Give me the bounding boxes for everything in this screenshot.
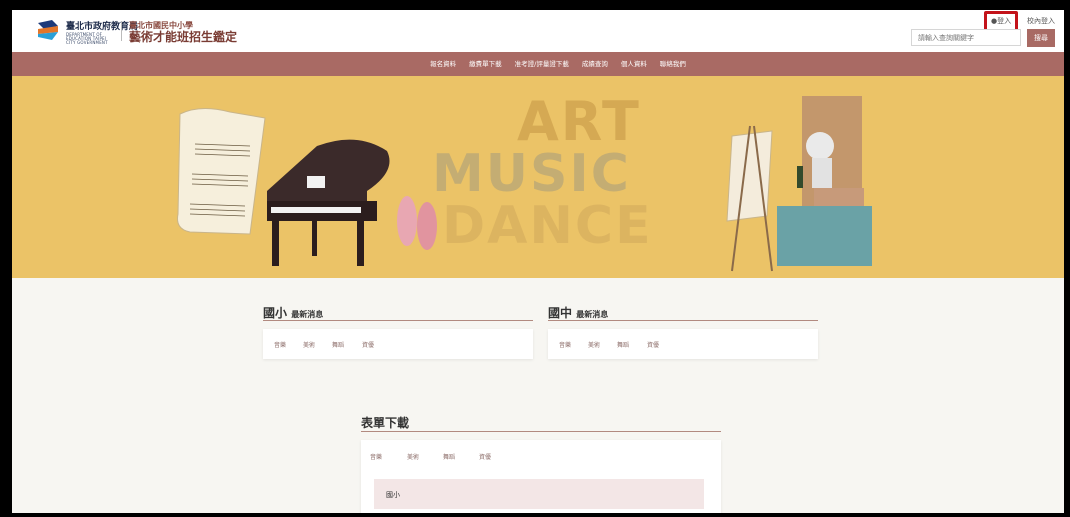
elementary-news-rule: [263, 320, 533, 321]
tab-music[interactable]: 音樂: [370, 452, 382, 461]
tab-dance[interactable]: 舞蹈: [617, 340, 629, 349]
header-divider: [121, 21, 122, 41]
forms-title: 表單下載: [361, 416, 410, 430]
search-input[interactable]: [911, 29, 1021, 46]
top-header: 臺北市政府教育局 DEPARTMENT OF EDUCATION TAIPEI …: [12, 10, 1064, 52]
piano-icon: [267, 139, 390, 266]
nav-item-profile[interactable]: 個人資料: [621, 52, 647, 76]
tab-gifted[interactable]: 資優: [479, 452, 491, 461]
teacher-login-link[interactable]: 校內登入: [1027, 16, 1055, 26]
forms-rule: [361, 431, 721, 432]
forms-card: 音樂 美術 舞蹈 資優 國小: [361, 440, 721, 513]
org-subtitle: DEPARTMENT OF EDUCATION TAIPEI CITY GOVE…: [66, 32, 108, 45]
tab-gifted[interactable]: 資優: [362, 340, 374, 349]
education-bureau-logo: [38, 20, 58, 40]
nav-item-contact[interactable]: 聯絡我們: [660, 52, 686, 76]
junior-news-rule: [548, 320, 818, 321]
art-easel-icon: [726, 96, 872, 272]
tab-dance[interactable]: 舞蹈: [443, 452, 455, 461]
forms-elementary-row[interactable]: 國小: [374, 479, 704, 509]
page: 臺北市政府教育局 DEPARTMENT OF EDUCATION TAIPEI …: [12, 10, 1064, 513]
tab-gifted[interactable]: 資優: [647, 340, 659, 349]
main-nav: 報名資料 繳費單下載 准考證/評量證下載 成績查詢 個人資料 聯絡我們: [12, 52, 1064, 76]
tab-art[interactable]: 美術: [303, 340, 315, 349]
tab-music[interactable]: 音樂: [559, 340, 571, 349]
tab-art[interactable]: 美術: [588, 340, 600, 349]
banner-dance-text: DANCE: [442, 196, 653, 256]
banner-music-text: MUSIC: [432, 144, 631, 204]
org-name: 臺北市政府教育局: [66, 22, 139, 32]
elementary-news-title: 國小 最新消息: [263, 306, 324, 320]
tab-dance[interactable]: 舞蹈: [332, 340, 344, 349]
nav-item-admission-ticket[interactable]: 准考證/評量證下載: [515, 52, 569, 76]
site-subtitle: 臺北市國民中小學: [129, 21, 193, 30]
forms-elementary-label: 國小: [386, 491, 400, 499]
hero-banner: ART MUSIC DANCE: [12, 76, 1064, 278]
nav-item-registration[interactable]: 報名資料: [430, 52, 456, 76]
junior-news-title: 國中 最新消息: [548, 306, 609, 320]
tab-music[interactable]: 音樂: [274, 340, 286, 349]
search-button[interactable]: 搜尋: [1027, 29, 1055, 47]
elementary-news-card: 音樂 美術 舞蹈 資優: [263, 329, 533, 359]
junior-news-card: 音樂 美術 舞蹈 資優: [548, 329, 818, 359]
tab-art[interactable]: 美術: [407, 452, 419, 461]
site-title[interactable]: 藝術才能班招生鑑定: [129, 30, 237, 44]
nav-item-results[interactable]: 成績查詢: [582, 52, 608, 76]
nav-item-payment[interactable]: 繳費單下載: [469, 52, 502, 76]
